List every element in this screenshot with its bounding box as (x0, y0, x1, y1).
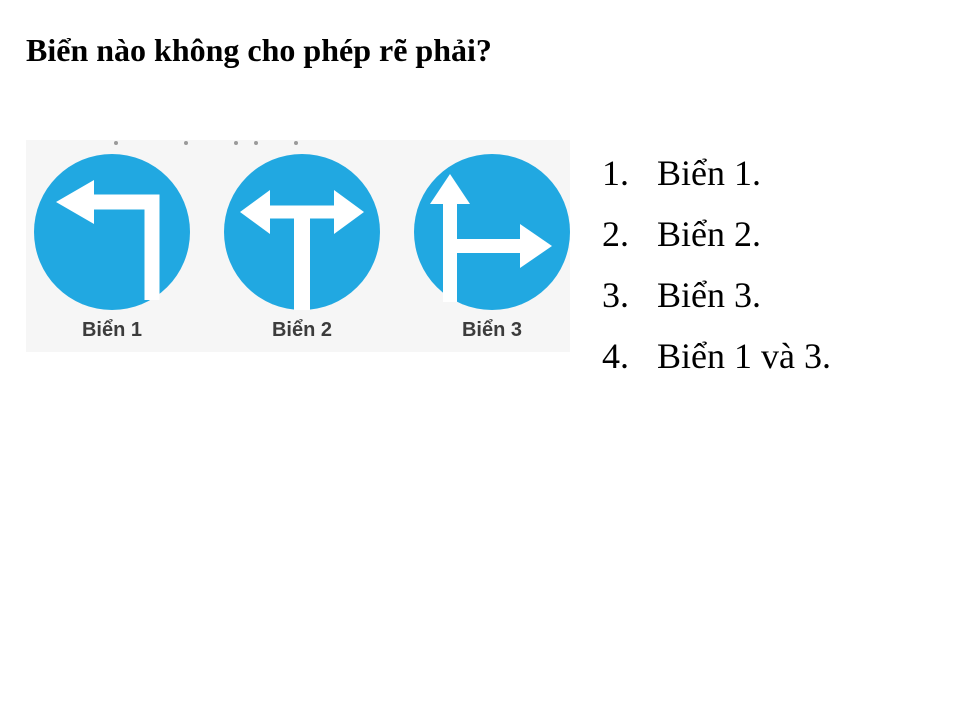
question-title: Biển nào không cho phép rẽ phải? (26, 32, 492, 68)
answer-options: 1. Biển 1. 2. Biển 2. 3. Biển 3. 4. Biển 1 v… (602, 148, 831, 392)
sign-1-label: Biển 1 (81, 319, 143, 341)
option-number: 2. (602, 214, 629, 254)
sign-1: Biển 1 (32, 152, 192, 344)
left-right-arrow-icon (224, 154, 380, 310)
option-number: 3. (602, 275, 629, 315)
option-number: 4. (602, 336, 629, 376)
option-text: Biển 2. (657, 214, 761, 254)
option-text: Biển 1. (657, 153, 761, 193)
sign-3: Biển 3 (412, 152, 572, 344)
answer-option-2[interactable]: 2. Biển 2. (602, 209, 831, 270)
image-top-fragment (114, 141, 298, 145)
answer-option-1[interactable]: 1. Biển 1. (602, 148, 831, 209)
sign-2-label: Biển 2 (271, 319, 333, 341)
sign-3-label: Biển 3 (461, 319, 523, 341)
sign-2: Biển 2 (222, 152, 382, 344)
turn-left-arrow-icon (34, 154, 190, 310)
option-number: 1. (602, 153, 629, 193)
option-text: Biển 1 và 3. (657, 336, 831, 376)
answer-option-4[interactable]: 4. Biển 1 và 3. (602, 331, 831, 392)
straight-or-right-arrow-icon (414, 154, 570, 310)
answer-option-3[interactable]: 3. Biển 3. (602, 270, 831, 331)
traffic-signs-image: Biển 1 Biển 2 Biển 3 (26, 140, 570, 352)
option-text: Biển 3. (657, 275, 761, 315)
